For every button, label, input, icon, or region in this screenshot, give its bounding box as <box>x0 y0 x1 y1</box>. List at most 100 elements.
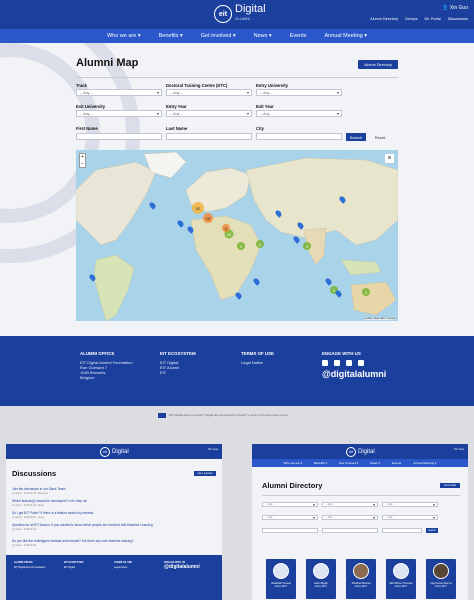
nav-events[interactable]: Events <box>392 461 401 465</box>
nav-get-involved[interactable]: Get involved ▾ <box>339 461 358 465</box>
discussion-item[interactable]: Do you like the redesigned website and i… <box>12 539 216 547</box>
user-menu[interactable]: Xin Guo <box>208 447 218 451</box>
nav-news[interactable]: News ▾ <box>370 461 380 465</box>
alumni-map-button[interactable]: Alumni Map <box>440 483 460 488</box>
discussion-title[interactable]: Which feature(s) should be developed? Le… <box>12 499 216 503</box>
nav-annual-meeting[interactable]: Annual Meeting ▾ <box>325 33 368 39</box>
discussion-item[interactable]: Question for all EIT Alumni: If you want… <box>12 523 216 531</box>
city-input[interactable] <box>256 133 342 140</box>
zoom-out-button[interactable]: − <box>80 161 85 168</box>
nav-annual-meeting[interactable]: Annual Meeting ▾ <box>413 461 436 465</box>
eit-digital-logo[interactable]: eit Digital ALUMNI <box>214 4 266 24</box>
footer-office-title: ALUMNI OFFICE <box>14 561 33 564</box>
search-button[interactable]: Search <box>426 528 438 533</box>
zoom-in-button[interactable]: + <box>80 154 85 161</box>
nav-get-involved[interactable]: Get involved ▾ <box>201 33 236 39</box>
social-handle[interactable]: @digitalalumni <box>164 564 200 570</box>
reset-button[interactable]: Reset <box>371 133 389 141</box>
svg-text:5: 5 <box>306 245 308 249</box>
map-attribution: Leaflet | Map data © Google <box>364 317 396 320</box>
footer-link-legal-notice[interactable]: Legal Notice <box>241 360 274 365</box>
brand-name: Digital <box>358 449 375 455</box>
cluster-marker[interactable]: 4 <box>256 240 264 248</box>
discussion-item[interactable]: Which feature(s) should be developed? Le… <box>12 499 216 507</box>
eit-logo-mark: eit <box>100 447 110 457</box>
discussion-title[interactable]: Join the discussion in our Slack Team! <box>12 487 216 491</box>
alumni-card[interactable]: Abhishek Sharma Entry 2016 <box>346 559 376 599</box>
alumni-card[interactable]: Ajay Kumar Sharma Entry 2017 <box>426 559 456 599</box>
discussion-item[interactable]: Join the discussion in our Slack Team! by… <box>12 487 216 495</box>
discussion-title[interactable]: Do you like the redesigned website and i… <box>12 539 216 543</box>
facebook-icon[interactable] <box>322 360 328 366</box>
discussion-item[interactable]: Do I get EIT Pulse? If there is a featur… <box>12 511 216 519</box>
track-select[interactable]: -- Any -- <box>262 502 318 507</box>
cluster-marker[interactable]: 11 <box>222 224 230 232</box>
exit-year-select[interactable]: -- Any -- <box>256 110 342 117</box>
social-links <box>322 360 386 366</box>
nav-who-we-are[interactable]: Who we are ▾ <box>107 33 141 39</box>
nav-benefits[interactable]: Benefits ▾ <box>314 461 327 465</box>
nav-news[interactable]: News ▾ <box>254 33 272 39</box>
dtc-select[interactable]: -- Any -- <box>166 89 252 96</box>
top-link-discussions[interactable]: Discussions <box>448 17 468 21</box>
telegram-icon[interactable] <box>358 360 364 366</box>
alumni-card[interactable]: Abdelhadi Youssef Entry 2015 <box>266 559 296 599</box>
alumni-card[interactable]: Albin Birmer Troncoso Entry 2015 <box>386 559 416 599</box>
user-menu[interactable]: Xin Guo <box>454 447 464 451</box>
first-name-input[interactable] <box>262 528 318 533</box>
entry-university-select[interactable]: -- Any -- <box>382 502 438 507</box>
last-name-input[interactable] <box>166 133 252 140</box>
directory-title: Alumni Directory <box>262 481 323 490</box>
dtc-select[interactable]: -- Any -- <box>322 502 378 507</box>
exit-year-select[interactable]: -- Any -- <box>382 515 438 520</box>
brand-sub: ALUMNI <box>235 16 251 21</box>
alumni-entry: Entry 2014 <box>315 585 327 588</box>
alumni-entry: Entry 2015 <box>275 585 287 588</box>
first-name-input[interactable] <box>76 133 162 140</box>
eit-digital-logo[interactable]: eit Digital <box>346 447 375 457</box>
cluster-marker[interactable]: 18 <box>203 213 213 223</box>
linkedin-icon[interactable] <box>346 360 352 366</box>
exit-university-select[interactable]: -- Any -- <box>76 110 162 117</box>
twitter-icon[interactable] <box>334 360 340 366</box>
cluster-marker[interactable]: 2 <box>362 288 370 296</box>
eit-logo-mark: eit <box>214 5 232 23</box>
alumni-map[interactable]: 92 18 10 3 4 5 3 2 11 + − ≋ Leaflet | Ma… <box>76 150 398 321</box>
main-nav: Who we are ▾ Benefits ▾ Get involved ▾ N… <box>0 29 474 43</box>
cluster-marker[interactable]: 5 <box>303 242 311 250</box>
cluster-marker[interactable]: 3 <box>237 242 245 250</box>
top-link-groups[interactable]: Groups <box>405 17 417 21</box>
alumni-card[interactable]: Adam Bergin Entry 2014 <box>306 559 336 599</box>
cluster-marker[interactable]: 92 <box>192 202 204 214</box>
entry-year-select[interactable]: -- Any -- <box>322 515 378 520</box>
footer-link-legal-notice[interactable]: Legal Notice <box>114 566 127 569</box>
search-button[interactable]: Search <box>346 133 366 141</box>
entry-university-select[interactable]: -- Any -- <box>256 89 342 96</box>
footer-office-line: EIT Digital Alumni Foundation <box>14 566 46 570</box>
track-select[interactable]: -- Any -- <box>76 89 162 96</box>
top-link-portal[interactable]: Mr. Portal <box>424 17 440 21</box>
nav-benefits[interactable]: Benefits ▾ <box>159 33 183 39</box>
eit-digital-logo[interactable]: eit Digital <box>100 447 129 457</box>
city-input[interactable] <box>382 528 422 533</box>
last-name-input[interactable] <box>322 528 378 533</box>
nav-who-we-are[interactable]: Who we are ▾ <box>284 461 302 465</box>
layers-icon[interactable]: ≋ <box>385 154 394 163</box>
nav-events[interactable]: Events <box>290 33 307 39</box>
social-handle[interactable]: @digitalalumni <box>322 369 386 379</box>
exit-university-select[interactable]: -- Any -- <box>262 515 318 520</box>
alumni-directory-button[interactable]: Alumni Directory <box>358 60 398 69</box>
discussion-meta: by admin · 2018-11-09 · Ideas <box>12 504 44 507</box>
ask-question-button[interactable]: Ask a question <box>194 471 216 476</box>
avatar <box>353 563 369 579</box>
entry-year-select[interactable]: -- Any -- <box>166 110 252 117</box>
top-link-alumni-directory[interactable]: Alumni Directory <box>370 17 398 21</box>
user-menu[interactable]: 👤 Xin Guo <box>442 5 468 11</box>
footer-link-eit[interactable]: EIT <box>160 370 196 375</box>
footer-link-eit-digital[interactable]: EIT Digital <box>64 566 75 569</box>
entry-university-label: Entry University <box>256 83 289 88</box>
discussion-title[interactable]: Do I get EIT Pulse? If there is a featur… <box>12 511 216 515</box>
footer-ecosystem-title: EIT ECOSYSTEM <box>64 561 84 564</box>
discussion-title[interactable]: Question for all EIT Alumni: If you want… <box>12 523 216 527</box>
footer: ALUMNI OFFICE EIT Digital Alumni Foundat… <box>0 336 474 406</box>
